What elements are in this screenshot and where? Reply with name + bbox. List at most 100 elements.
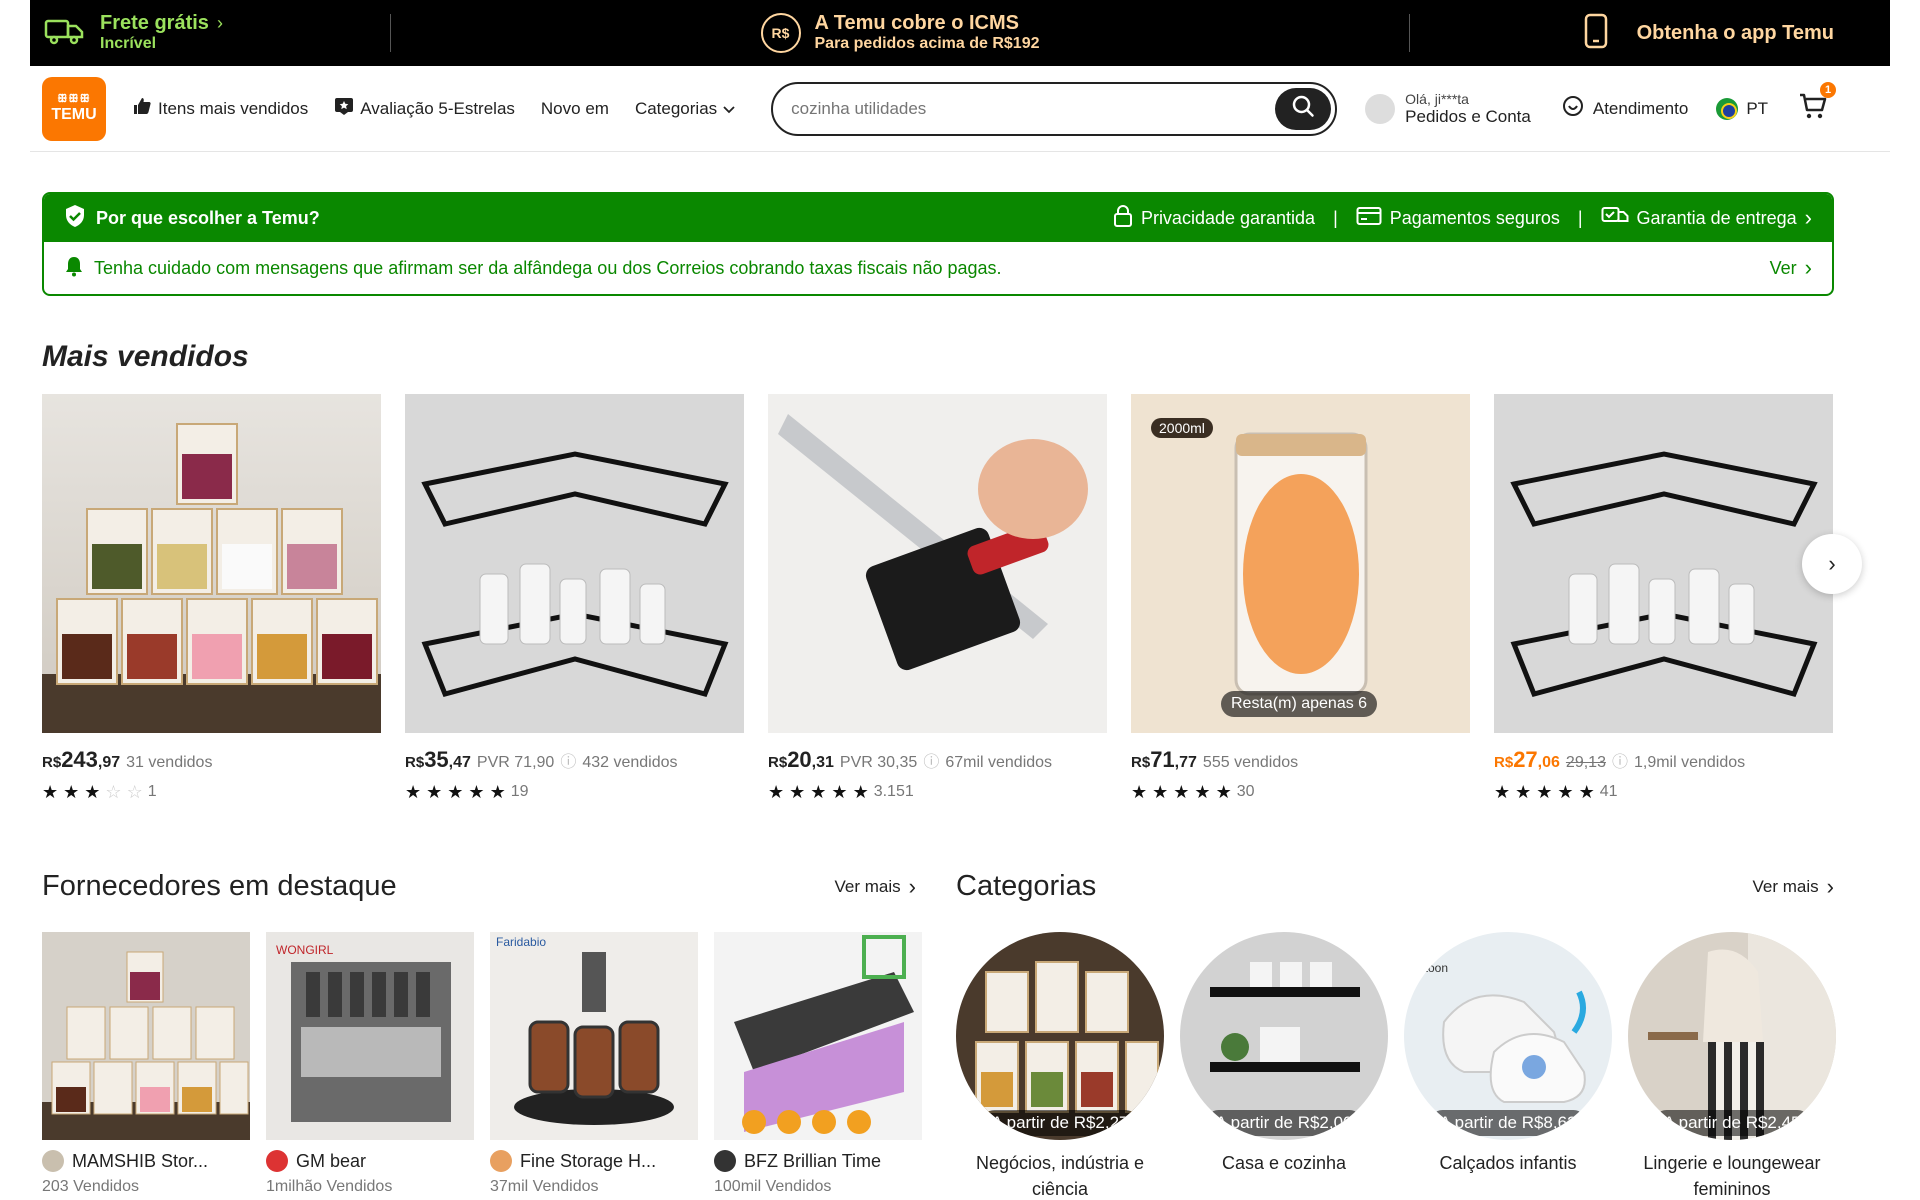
- star-half-icon: ★: [1578, 782, 1595, 802]
- support-link[interactable]: Atendimento: [1561, 94, 1688, 123]
- search-button[interactable]: [1275, 87, 1332, 130]
- star-icon: ★: [63, 782, 80, 802]
- rating-row: ★ ★ ★ ★ ★ 3.151: [768, 783, 1107, 801]
- star-icon: ★: [468, 782, 485, 802]
- nav-categories[interactable]: Categorias: [635, 99, 735, 119]
- nav-best-sellers[interactable]: Itens mais vendidos: [132, 96, 308, 121]
- nav-new-in[interactable]: Novo em: [541, 99, 609, 119]
- nav-five-star[interactable]: Avaliação 5-Estrelas: [334, 96, 515, 121]
- price-row: R$243,97 31 vendidos: [42, 747, 381, 773]
- cart-count-badge: 1: [1820, 82, 1837, 98]
- supplier-sold: 37mil Vendidos: [490, 1178, 599, 1195]
- cart-button[interactable]: 1: [1798, 82, 1837, 125]
- supplier-card[interactable]: MAMSHIB Stor... 203 Vendidos: [42, 932, 250, 1196]
- suppliers-see-more[interactable]: Ver mais ›: [835, 874, 916, 900]
- star-icon: ★: [84, 782, 101, 802]
- star-empty-icon: ☆: [126, 782, 143, 802]
- star-icon: ★: [810, 782, 827, 802]
- product-card[interactable]: R$35,47 PVR 71,90 ⓘ 432 vendidos ★ ★ ★ ★ ★ 1…: [405, 394, 744, 801]
- product-image-corner-shelf[interactable]: [405, 394, 744, 733]
- trust-banner-top: Por que escolher a Temu? Privacidade gar…: [44, 194, 1832, 242]
- avatar: [1365, 93, 1396, 124]
- search-input[interactable]: [791, 98, 1272, 119]
- reference-price: PVR 30,35: [839, 754, 918, 771]
- product-image-spice-jars[interactable]: [42, 394, 381, 733]
- star-badge-icon: [334, 96, 354, 121]
- product-card[interactable]: R$20,31 PVR 30,35 ⓘ 67mil vendidos ★ ★ ★ ★ ★…: [768, 394, 1107, 801]
- product-image-corner-shelf[interactable]: [1494, 394, 1833, 733]
- category-card[interactable]: A partir de R$2,27 Negócios, indústria e…: [956, 932, 1164, 1200]
- temu-logo[interactable]: ꕥꕥꕥ TEMU: [42, 76, 106, 141]
- chevron-right-icon: ›: [1804, 205, 1812, 230]
- supplier-card[interactable]: BFZ Brillian Time 100mil Vendidos: [714, 932, 922, 1196]
- supplier-image: [42, 932, 250, 1140]
- product-card[interactable]: 2000ml Resta(m) apenas 6 R$71,77 555 ven…: [1131, 394, 1470, 801]
- product-card[interactable]: R$27,06 29,13 ⓘ 1,9mil vendidos ★ ★ ★ ★ ★ 41: [1494, 394, 1833, 801]
- main-header: ꕥꕥꕥ TEMU Itens mais vendidos Avaliação 5…: [30, 66, 1890, 152]
- category-card[interactable]: A partir de R$2,45 Lingerie e loungewear…: [1628, 932, 1836, 1200]
- why-label: Por que escolher a Temu?: [96, 207, 320, 228]
- supplier-logo: [490, 1150, 512, 1172]
- star-icon: ★: [1131, 782, 1148, 802]
- temu-home-page: { "topbar": { "free_shipping_title": "Fr…: [0, 0, 1920, 1200]
- chevron-right-icon: ›: [1826, 873, 1834, 899]
- delivery-truck-icon: [1601, 205, 1629, 232]
- categories-see-more[interactable]: Ver mais ›: [1753, 874, 1834, 900]
- sold-count: 31 vendidos: [126, 754, 213, 771]
- category-card[interactable]: uctoon A partir de R$8,62 Calçados infan…: [1404, 932, 1612, 1200]
- price-cents: ,31: [811, 754, 834, 771]
- brazil-flag-icon: [1716, 97, 1739, 120]
- price: R$71,77: [1131, 747, 1197, 773]
- product-image-storage-jar[interactable]: 2000ml Resta(m) apenas 6: [1131, 394, 1470, 733]
- star-icon: ★: [1536, 782, 1553, 802]
- price-integer: 27: [1513, 747, 1538, 772]
- star-icon: ★: [447, 782, 464, 802]
- why-temu[interactable]: Por que escolher a Temu?: [64, 204, 320, 233]
- sold-count: 67mil vendidos: [945, 754, 1053, 771]
- privacy-label: Privacidade garantida: [1140, 207, 1316, 228]
- svg-text:Faridabio: Faridabio: [496, 935, 546, 949]
- bell-icon: [64, 255, 84, 282]
- phone-icon: [1583, 13, 1609, 54]
- language-selector[interactable]: PT: [1716, 97, 1768, 120]
- category-image: A partir de R$2,00: [1180, 932, 1388, 1140]
- privacy-item[interactable]: Privacidade garantida: [1113, 204, 1315, 233]
- rating-row: ★ ★ ★ ★ ★ 41: [1494, 783, 1833, 801]
- warning-row: Tenha cuidado com mensagens que afirmam …: [44, 242, 1832, 294]
- sold-count: 432 vendidos: [582, 754, 678, 771]
- chevron-down-icon: [723, 99, 735, 119]
- account-menu[interactable]: Olá, ji***ta Pedidos e Conta: [1365, 91, 1531, 127]
- price-row: R$27,06 29,13 ⓘ 1,9mil vendidos: [1494, 747, 1833, 773]
- get-app-link[interactable]: Obtenha o app Temu: [1410, 0, 1890, 66]
- category-name: Lingerie e loungewear femininos: [1643, 1153, 1821, 1199]
- supplier-card[interactable]: WONGIRL GM bear 1milhão Vendidos: [266, 932, 474, 1196]
- chevron-right-icon: ›: [216, 12, 223, 33]
- free-shipping-promo[interactable]: Frete grátis › Incrível: [30, 0, 390, 66]
- product-image-knife-sharpener[interactable]: [768, 394, 1107, 733]
- category-name: Calçados infantis: [1439, 1153, 1577, 1173]
- star-icon: ★: [1152, 782, 1169, 802]
- delivery-label: Garantia de entrega: [1636, 207, 1797, 228]
- star-icon: ★: [42, 782, 59, 802]
- see-more-label: Ver mais: [834, 876, 901, 896]
- carousel-next-button[interactable]: ›: [1802, 534, 1862, 594]
- review-count: 19: [510, 783, 529, 800]
- category-image: uctoon A partir de R$8,62: [1404, 932, 1612, 1140]
- payments-item[interactable]: Pagamentos seguros: [1356, 206, 1560, 231]
- icms-promo: R$ A Temu cobre o ICMS Para pedidos acim…: [391, 0, 1409, 66]
- price-currency: R$: [405, 754, 425, 771]
- review-count: 30: [1236, 783, 1255, 800]
- supplier-card[interactable]: Faridabio Fine Storage H... 37mil Vendid…: [490, 932, 698, 1196]
- delivery-item[interactable]: Garantia de entrega ›: [1601, 205, 1812, 232]
- rating-row: ★ ★ ★ ☆ ☆ 1: [42, 783, 381, 801]
- warning-ver-link[interactable]: Ver ›: [1770, 255, 1812, 281]
- category-card[interactable]: A partir de R$2,00 Casa e cozinha: [1180, 932, 1388, 1200]
- account-label: Pedidos e Conta: [1405, 106, 1531, 126]
- supplier-name-row: MAMSHIB Stor...: [42, 1150, 250, 1172]
- trust-banner: Por que escolher a Temu? Privacidade gar…: [42, 192, 1834, 296]
- product-card[interactable]: R$243,97 31 vendidos ★ ★ ★ ☆ ☆ 1: [42, 394, 381, 801]
- category-name: Negócios, indústria e ciência: [975, 1153, 1145, 1199]
- price-integer: 243: [61, 747, 98, 772]
- price-currency: R$: [42, 754, 62, 771]
- price-integer: 35: [424, 747, 449, 772]
